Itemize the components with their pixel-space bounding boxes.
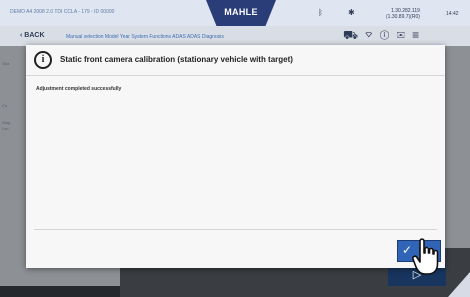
clock: 14:42 bbox=[446, 11, 459, 17]
dialog-header: i Static front camera calibration (stati… bbox=[26, 45, 445, 76]
background-fragment: Lim bbox=[2, 126, 9, 131]
nav-bar: ‹ BACK Manual selection Model Year Syste… bbox=[0, 26, 470, 46]
dialog-title: Static front camera calibration (station… bbox=[60, 55, 293, 64]
wifi-icon[interactable]: ⌔ bbox=[365, 28, 379, 42]
menu-icon[interactable]: ≡ bbox=[412, 28, 426, 42]
dialog-divider bbox=[34, 229, 437, 230]
breadcrumb[interactable]: Manual selection Model Year System Funct… bbox=[66, 34, 224, 40]
background-fragment: Stra bbox=[2, 61, 10, 66]
brand-logo: MAHLE bbox=[206, 0, 276, 26]
mail-icon[interactable]: ✉ bbox=[397, 28, 412, 42]
back-button[interactable]: ‹ BACK bbox=[20, 32, 45, 39]
calibration-dialog: i Static front camera calibration (stati… bbox=[26, 45, 445, 268]
hand-cursor-icon bbox=[412, 238, 439, 275]
version-info: 1.30.282.119 (1.30.89.7)(R0) bbox=[386, 8, 420, 20]
nav-icons: ⛟⌔ⓘ✉≡ bbox=[343, 28, 426, 44]
top-bar: DEMO A4 2008 2.0 TDI CCLA - 179 - ID 000… bbox=[0, 0, 470, 26]
check-icon: ✓ bbox=[402, 243, 413, 257]
car-icon[interactable]: ⛟ bbox=[343, 28, 365, 42]
dialog-message: Adjustment completed successfully bbox=[36, 86, 122, 92]
screen: DEMO A4 2008 2.0 TDI CCLA - 179 - ID 000… bbox=[0, 0, 470, 297]
back-label: BACK bbox=[24, 32, 45, 39]
background-fragment: Diag bbox=[2, 120, 11, 125]
brand-name: MAHLE bbox=[224, 7, 258, 17]
version-build: (1.30.89.7)(R0) bbox=[386, 14, 420, 20]
bluetooth-icon: ᛒ bbox=[318, 8, 323, 17]
bluetooth-icon: ✱ bbox=[348, 8, 355, 17]
vehicle-info: DEMO A4 2008 2.0 TDI CCLA - 179 - ID 000… bbox=[10, 9, 115, 15]
background-fragment: Ca bbox=[2, 103, 8, 108]
info-icon[interactable]: ⓘ bbox=[379, 28, 396, 42]
info-icon: i bbox=[34, 51, 52, 69]
